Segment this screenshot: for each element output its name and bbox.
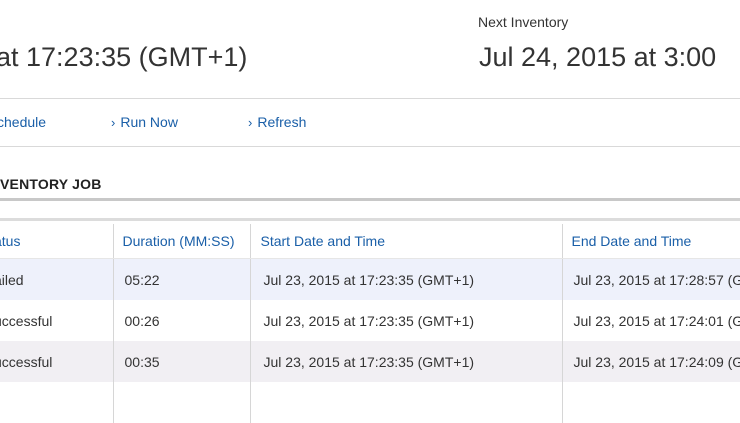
- actions-divider: [0, 146, 740, 147]
- status-cell: uccessful: [0, 341, 114, 382]
- status-cell: [0, 382, 114, 423]
- status-cell: ailed: [0, 258, 114, 300]
- table-row[interactable]: uccessful 00:35 Jul 23, 2015 at 17:23:35…: [0, 341, 740, 382]
- next-inventory-value: Jul 24, 2015 at 3:00: [479, 42, 717, 72]
- schedule-link[interactable]: chedule: [0, 114, 46, 130]
- table-header-row: atus Duration (MM:SS) Start Date and Tim…: [0, 224, 740, 259]
- duration-cell: 00:26: [113, 300, 251, 341]
- column-header-start[interactable]: Start Date and Time: [250, 224, 563, 259]
- inventory-jobs-table: atus Duration (MM:SS) Start Date and Tim…: [0, 224, 740, 423]
- status-cell: uccessful: [0, 300, 114, 341]
- end-time-cell: Jul 23, 2015 at 17:24:09 (GMT+1): [562, 341, 740, 382]
- run-now-label: Run Now: [120, 114, 178, 130]
- last-run-value: at 17:23:35 (GMT+1): [0, 42, 248, 72]
- column-header-duration[interactable]: Duration (MM:SS): [113, 224, 251, 259]
- chevron-right-icon: ›: [248, 115, 253, 130]
- refresh-link[interactable]: › Refresh: [248, 114, 306, 130]
- duration-cell: 05:22: [113, 258, 251, 300]
- table-row[interactable]: [0, 382, 740, 423]
- duration-cell: 00:35: [113, 341, 251, 382]
- schedule-label: chedule: [0, 114, 47, 130]
- start-time-cell: Jul 23, 2015 at 17:23:35 (GMT+1): [250, 341, 563, 382]
- end-time-cell: Jul 23, 2015 at 17:24:01 (GMT+1): [562, 300, 740, 341]
- start-time-cell: [250, 382, 563, 423]
- column-header-end[interactable]: End Date and Time: [562, 224, 740, 259]
- section-divider-thin: [0, 218, 740, 221]
- section-divider-thick: [0, 198, 740, 201]
- end-time-cell: Jul 23, 2015 at 17:28:57 (GMT+1): [562, 258, 740, 300]
- column-header-status[interactable]: atus: [0, 224, 114, 259]
- start-time-cell: Jul 23, 2015 at 17:23:35 (GMT+1): [250, 258, 563, 300]
- next-inventory-label: Next Inventory: [478, 14, 569, 30]
- start-time-cell: Jul 23, 2015 at 17:23:35 (GMT+1): [250, 300, 563, 341]
- section-title: VENTORY JOB: [0, 176, 102, 192]
- run-now-link[interactable]: › Run Now: [111, 114, 178, 130]
- table-row[interactable]: uccessful 00:26 Jul 23, 2015 at 17:23:35…: [0, 300, 740, 341]
- header-divider: [0, 98, 740, 99]
- table-row[interactable]: ailed 05:22 Jul 23, 2015 at 17:23:35 (GM…: [0, 258, 740, 300]
- chevron-right-icon: ›: [111, 115, 116, 130]
- end-time-cell: [562, 382, 740, 423]
- duration-cell: [113, 382, 251, 423]
- refresh-label: Refresh: [257, 114, 307, 130]
